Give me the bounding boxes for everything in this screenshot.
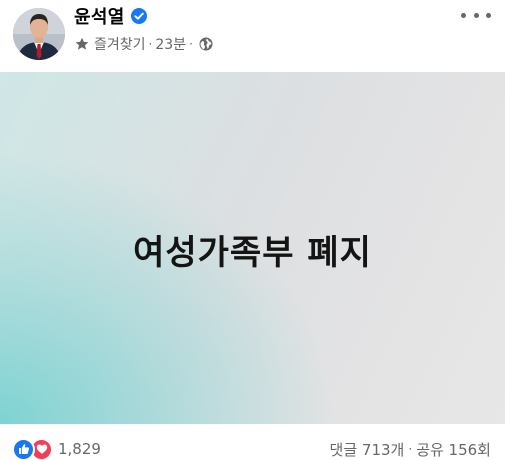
like-icon (12, 437, 35, 460)
meta-separator: · (189, 37, 193, 51)
reaction-count: 1,829 (58, 440, 101, 458)
author-avatar[interactable] (13, 8, 65, 60)
comments-count-link[interactable]: 댓글 713개 (330, 439, 405, 460)
post-image[interactable]: 여성가족부 폐지 (0, 72, 505, 424)
more-dot-icon (486, 12, 491, 18)
post-footer: 1,829 댓글 713개 · 공유 156회 (0, 424, 505, 460)
author-row: 윤석열 (74, 4, 147, 28)
stats-separator: · (408, 442, 413, 456)
star-icon (75, 37, 89, 51)
globe-icon[interactable] (199, 37, 213, 51)
avatar-portrait-icon (13, 8, 65, 60)
more-options-button[interactable] (461, 5, 491, 25)
shares-count-link[interactable]: 공유 156회 (416, 439, 491, 460)
post-timestamp[interactable]: 23분 (155, 34, 186, 54)
post-meta: 즐겨찾기 · 23분 · (75, 34, 213, 54)
post-header: 윤석열 즐겨찾기 · 23분 · (0, 0, 505, 72)
facebook-post: 윤석열 즐겨찾기 · 23분 · 여성가족부 폐지 1,829 댓글 713개 … (0, 0, 505, 460)
verified-badge-icon (130, 8, 147, 24)
favorites-label: 즐겨찾기 (94, 37, 146, 53)
more-dot-icon (473, 12, 479, 18)
more-dot-icon (461, 12, 466, 18)
post-image-text: 여성가족부 폐지 (133, 232, 372, 273)
reaction-summary[interactable]: 1,829 (12, 437, 101, 460)
engagement-stats: 댓글 713개 · 공유 156회 (330, 439, 491, 459)
meta-separator: · (148, 37, 153, 51)
author-name[interactable]: 윤석열 (74, 3, 125, 29)
